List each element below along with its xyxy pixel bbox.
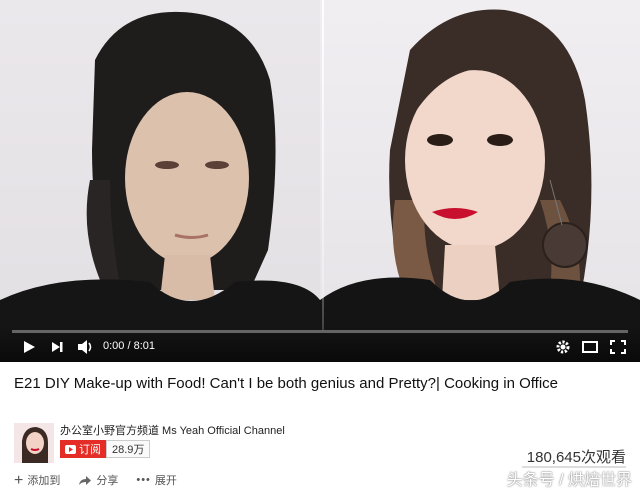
- share-icon: [79, 475, 92, 485]
- action-bar: + 添加到 分享 ••• 展开: [14, 472, 177, 488]
- share-button[interactable]: 分享: [78, 472, 118, 488]
- view-count: 180,645次观看: [526, 449, 626, 466]
- light-flare: [322, 0, 324, 330]
- subscriber-count: 28.9万: [106, 440, 151, 458]
- fullscreen-icon: [610, 340, 626, 354]
- subscribe-button[interactable]: 订阅: [60, 440, 106, 458]
- volume-button[interactable]: [76, 338, 96, 356]
- channel-name[interactable]: 办公室小野官方频道 Ms Yeah Official Channel: [60, 422, 285, 438]
- next-button[interactable]: [48, 338, 66, 356]
- total-time: 8:01: [133, 340, 156, 352]
- share-label: 分享: [96, 475, 119, 487]
- youtube-play-icon: [65, 444, 76, 454]
- next-icon: [52, 342, 63, 352]
- volume-icon: [78, 340, 92, 354]
- add-to-button[interactable]: + 添加到: [14, 472, 60, 488]
- plus-icon: +: [14, 471, 24, 489]
- channel-avatar[interactable]: [14, 423, 54, 463]
- more-button[interactable]: ••• 展开: [136, 472, 177, 488]
- gear-icon: [556, 340, 570, 354]
- progress-bar[interactable]: [12, 330, 628, 333]
- fullscreen-button[interactable]: [608, 338, 628, 356]
- theater-icon: [582, 341, 598, 353]
- avatar-image: [14, 423, 54, 463]
- time-display: 0:00 / 8:01: [103, 340, 156, 352]
- settings-button[interactable]: [554, 338, 572, 356]
- more-label: 展开: [154, 475, 177, 487]
- subscribe-label: 订阅: [79, 444, 101, 456]
- play-button[interactable]: [20, 338, 38, 356]
- video-title: E21 DIY Make-up with Food! Can't I be bo…: [14, 375, 559, 392]
- play-icon: [24, 341, 35, 353]
- more-dots-icon: •••: [136, 474, 151, 486]
- add-to-label: 添加到: [27, 475, 61, 487]
- watermark: 头条号 / 烘焙世界: [506, 472, 632, 489]
- theater-button[interactable]: [580, 338, 600, 356]
- video-player[interactable]: 0:00 / 8:01: [0, 0, 640, 362]
- current-time: 0:00: [103, 340, 125, 352]
- video-frame-illustration: [0, 9, 640, 362]
